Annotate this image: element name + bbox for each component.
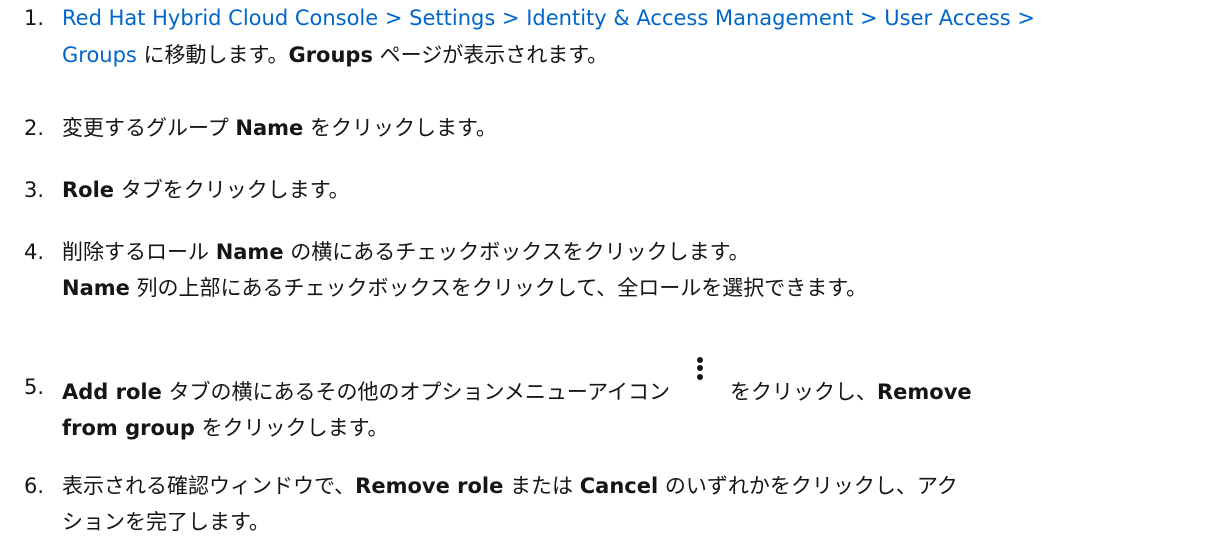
step-text: のいずれかをクリックし、アク [658, 474, 958, 498]
ui-term: Remove [877, 380, 972, 404]
step-number: 6. [24, 474, 45, 498]
ui-term: Remove role [355, 474, 504, 498]
step-text: ページが表示されます。 [372, 43, 609, 67]
step-text: または [503, 474, 580, 498]
step-text: 列の上部にあるチェックボックスをクリックして、全ロールを選択できます。 [129, 276, 868, 300]
step-body: Red Hat Hybrid Cloud Console > Settings … [62, 2, 1212, 71]
groups-link[interactable]: Groups [62, 43, 137, 67]
step-text: 表示される確認ウィンドウで、 [62, 474, 356, 498]
step-text: をクリックします。 [194, 416, 389, 440]
step-body: 変更するグループ Name をクリックします。 [62, 112, 1212, 144]
ui-term: Add role [62, 380, 162, 404]
step-text: をクリックし、 [730, 380, 878, 404]
step-text: の横にあるチェックボックスをクリックします。 [283, 240, 750, 264]
ui-term: Name [62, 276, 130, 300]
step-number: 3. [24, 178, 45, 202]
ui-term: Groups [288, 43, 373, 67]
step-text: に移動します。 [136, 43, 289, 67]
step-text: タブの横にあるその他のオプションメニューアイコン [161, 380, 671, 404]
ui-term: from group [62, 416, 195, 440]
step-text: 変更するグループ [62, 116, 236, 140]
step-text: 削除するロール [62, 240, 216, 264]
step-number: 5. [24, 375, 45, 399]
step-body: 表示される確認ウィンドウで、Remove role または Cancel のいず… [62, 470, 1212, 538]
step-number: 2. [24, 116, 45, 140]
step-body: Role タブをクリックします。 [62, 174, 1212, 206]
breadcrumb-link[interactable]: Red Hat Hybrid Cloud Console > Settings … [62, 6, 1035, 30]
step-body: 削除するロール Name の横にあるチェックボックスをクリックします。 Name… [62, 236, 1212, 304]
ui-term: Cancel [579, 474, 659, 498]
step-number: 4. [24, 240, 45, 264]
step-text: タブをクリックします。 [114, 178, 350, 202]
kebab-menu-icon [682, 357, 716, 401]
ui-term: Role [62, 178, 115, 202]
ui-term: Name [235, 116, 304, 140]
ui-term: Name [215, 240, 284, 264]
step-body: Add role タブの横にあるその他のオプションメニューアイコン をクリックし、… [62, 357, 1212, 444]
step-text: ションを完了します。 [62, 510, 270, 534]
step-text: をクリックします。 [303, 116, 497, 140]
step-number: 1. [24, 6, 45, 30]
